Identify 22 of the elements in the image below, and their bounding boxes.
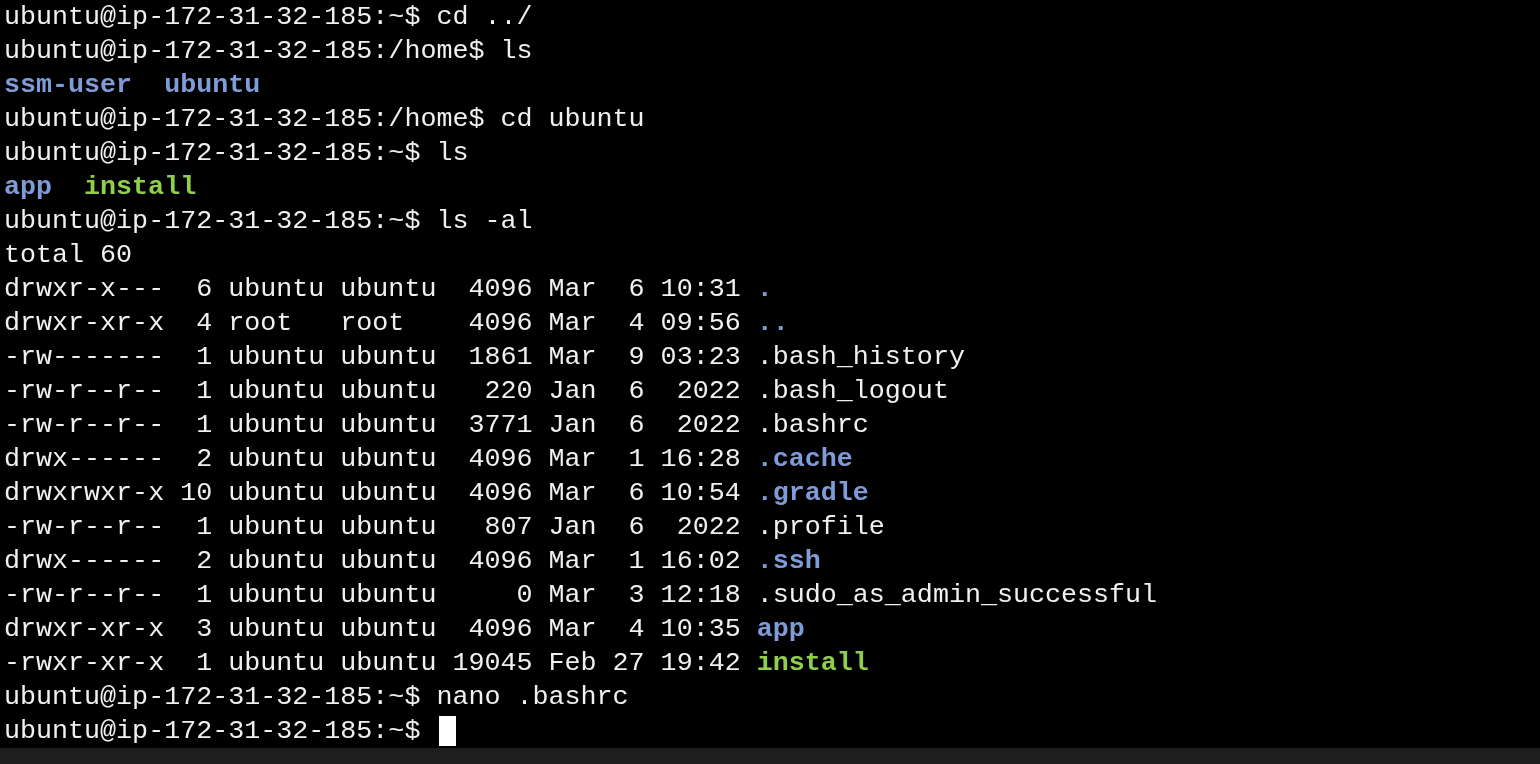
terminal-line: -rw-r--r-- 1 ubuntu ubuntu 220 Jan 6 2022 .bash_logout — [4, 375, 949, 408]
terminal-line: ubuntu@ip-172-31-32-185:~$ — [4, 715, 422, 748]
terminal-line: drwxr-xr-x 4 root root 4096 Mar 4 09:56 .. — [4, 307, 789, 340]
terminal-line: ubuntu@ip-172-31-32-185:/home$ ls — [4, 35, 533, 68]
terminal-line: -rw------- 1 ubuntu ubuntu 1861 Mar 9 03:23 .bash_history — [4, 341, 965, 374]
terminal-line: drwx------ 2 ubuntu ubuntu 4096 Mar 1 16:28 .cache — [4, 443, 853, 476]
terminal-line: ssm-user ubuntu — [4, 69, 261, 102]
terminal-line: drwxr-xr-x 3 ubuntu ubuntu 4096 Mar 4 10:35 app — [4, 613, 805, 646]
terminal-line: ubuntu@ip-172-31-32-185:~$ cd ../ — [4, 1, 533, 34]
terminal-line: -rwxr-xr-x 1 ubuntu ubuntu 19045 Feb 27 19:42 install — [4, 647, 869, 680]
terminal-line: -rw-r--r-- 1 ubuntu ubuntu 807 Jan 6 2022 .profile — [4, 511, 885, 544]
terminal-line: drwxrwxr-x 10 ubuntu ubuntu 4096 Mar 6 10:54 .gradle — [4, 477, 869, 510]
terminal-line: ubuntu@ip-172-31-32-185:~$ ls — [4, 137, 469, 170]
terminal-line: drwxr-x--- 6 ubuntu ubuntu 4096 Mar 6 10:31 . — [4, 273, 773, 306]
terminal-line: -rw-r--r-- 1 ubuntu ubuntu 0 Mar 3 12:18 .sudo_as_admin_successful — [4, 579, 1158, 612]
terminal-line: drwx------ 2 ubuntu ubuntu 4096 Mar 1 16:02 .ssh — [4, 545, 821, 578]
terminal-line: app install — [4, 171, 197, 204]
terminal-line: ubuntu@ip-172-31-32-185:~$ nano .bashrc — [4, 681, 629, 714]
terminal-line: total 60 — [4, 239, 133, 272]
terminal-line: -rw-r--r-- 1 ubuntu ubuntu 3771 Jan 6 2022 .bashrc — [4, 409, 869, 442]
terminal-line: ubuntu@ip-172-31-32-185:/home$ cd ubuntu — [4, 103, 645, 136]
terminal-line: ubuntu@ip-172-31-32-185:~$ ls -al — [4, 205, 533, 238]
